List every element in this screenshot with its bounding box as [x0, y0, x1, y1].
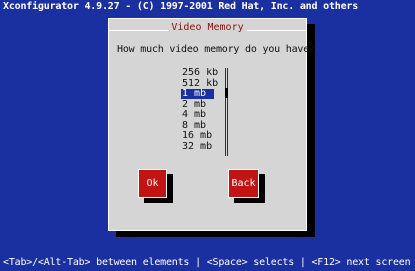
list-item[interactable]: 16 mb: [181, 131, 212, 141]
scrollbar-thumb[interactable]: [225, 88, 228, 98]
back-button[interactable]: Back: [228, 169, 259, 198]
dialog-prompt: How much video memory do you have?: [117, 44, 315, 55]
list-item[interactable]: 2 mb: [181, 99, 206, 110]
list-item[interactable]: 1 mb: [181, 89, 214, 99]
status-bar: <Tab>/<Alt-Tab> between elements | <Spac…: [3, 257, 411, 268]
ok-button[interactable]: Ok: [138, 169, 167, 198]
video-memory-listbox[interactable]: 256 kb 512 kb 1 mb 2 mb 4 mb 8 mb 16 mb 32 mb: [181, 68, 241, 156]
list-item[interactable]: 256 kb: [181, 68, 218, 78]
list-item[interactable]: 4 mb: [181, 110, 206, 120]
dialog-title: Video Memory: [168, 23, 247, 33]
app-title: Xconfigurator 4.9.27 - (C) 1997-2001 Red…: [3, 1, 359, 12]
list-item[interactable]: 512 kb: [181, 78, 218, 89]
list-item[interactable]: 8 mb: [181, 120, 206, 131]
listbox-scrollbar[interactable]: [225, 68, 228, 156]
list-item[interactable]: 32 mb: [181, 141, 212, 152]
video-memory-dialog: Video Memory How much video memory do yo…: [108, 18, 315, 231]
